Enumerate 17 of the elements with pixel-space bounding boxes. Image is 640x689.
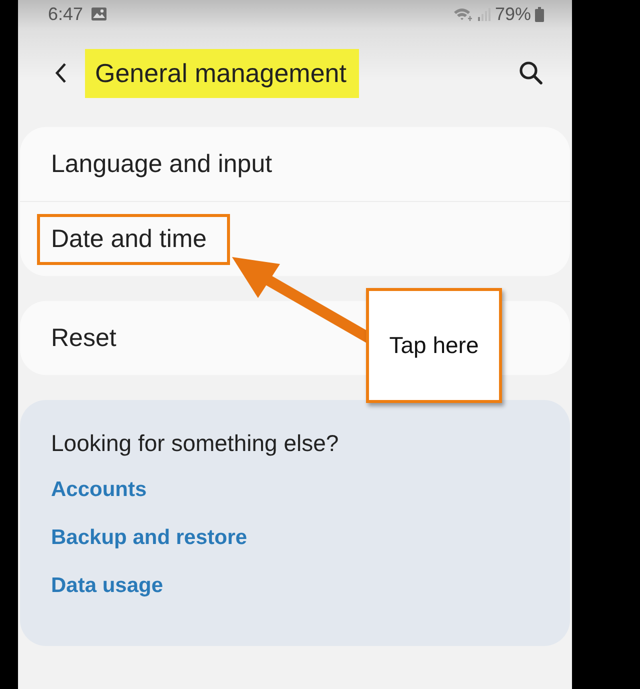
settings-item[interactable]: Language and input bbox=[37, 138, 296, 190]
callout-text: Tap here bbox=[389, 332, 479, 359]
image-icon bbox=[91, 7, 108, 21]
settings-item[interactable]: Date and time bbox=[37, 214, 230, 264]
back-icon bbox=[53, 61, 69, 85]
status-time: 6:47 bbox=[48, 4, 84, 24]
settings-item[interactable]: Reset bbox=[37, 312, 140, 364]
battery-icon bbox=[535, 6, 544, 22]
suggestion-link[interactable]: Data usage bbox=[51, 571, 539, 619]
suggestion-link[interactable]: Accounts bbox=[51, 475, 539, 523]
signal-icon bbox=[476, 7, 491, 21]
suggestion-link[interactable]: Backup and restore bbox=[51, 523, 539, 571]
page-title: General management bbox=[85, 48, 360, 98]
search-icon[interactable] bbox=[518, 60, 544, 86]
battery-percentage: 79% bbox=[494, 4, 531, 24]
suggestions-heading: Looking for something else? bbox=[51, 430, 340, 457]
wifi-icon bbox=[452, 7, 473, 21]
